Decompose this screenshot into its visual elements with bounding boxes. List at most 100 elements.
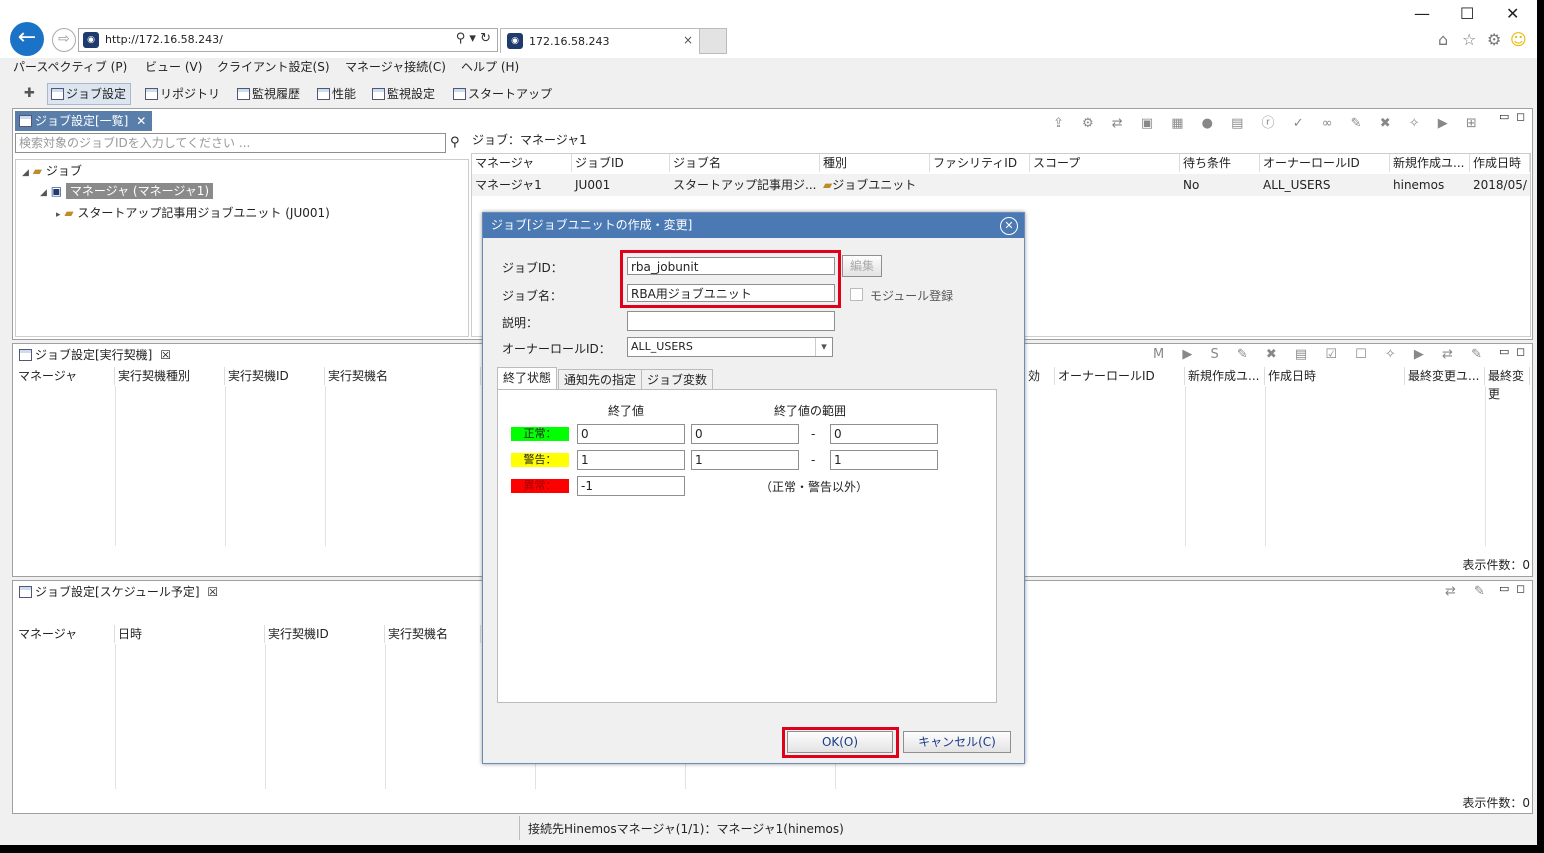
col-trigger-id[interactable]: 実行契機ID bbox=[265, 625, 385, 643]
tab-close-icon[interactable]: ☒ bbox=[207, 585, 218, 599]
warning-end-value[interactable]: 1 bbox=[577, 450, 685, 470]
menu-help[interactable]: ヘルプ (H) bbox=[461, 58, 519, 75]
normal-range-to[interactable]: 0 bbox=[830, 424, 938, 444]
col-job-name[interactable]: ジョブ名 bbox=[670, 154, 820, 172]
warning-range-to[interactable]: 1 bbox=[830, 450, 938, 470]
col-manager[interactable]: マネージャ bbox=[15, 625, 115, 643]
owner-role-select[interactable]: ALL_USERS ▾ bbox=[627, 337, 833, 357]
grid-line bbox=[265, 644, 266, 789]
tab-exec-trigger[interactable]: ジョブ設定[実行契機] ☒ bbox=[15, 345, 177, 365]
col-wait-condition[interactable]: 待ち条件 bbox=[1180, 154, 1260, 172]
exec-toolbar-icons[interactable]: M ▶ S ✎ ✖ ▤ ☑ ☐ ✧ ▶ ⇄ ✎ bbox=[1153, 347, 1489, 362]
col-facility-id[interactable]: ファシリティID bbox=[930, 154, 1030, 172]
panel-maximize-icon[interactable]: ◻ bbox=[1516, 345, 1525, 358]
address-bar[interactable]: ◉ http://172.16.58.243/ ⚲ ▾ ↻ bbox=[78, 28, 498, 52]
tree-item-jobunit[interactable]: ▸ ▰ スタートアップ記事用ジョブユニット (JU001) bbox=[56, 204, 330, 221]
menu-manager-connect[interactable]: マネージャ接続(C) bbox=[345, 58, 446, 75]
tab-close-icon[interactable]: ✕ bbox=[136, 114, 146, 128]
col-scope[interactable]: スコープ bbox=[1030, 154, 1180, 172]
favorites-icon[interactable]: ☆ bbox=[1462, 30, 1476, 49]
col-owner-role[interactable]: オーナーロールID bbox=[1055, 367, 1185, 385]
grid-line bbox=[115, 644, 116, 789]
dialog-title: ジョブ[ジョブユニットの作成・変更] bbox=[491, 218, 693, 232]
perspective-startup[interactable]: スタートアップ bbox=[450, 84, 556, 104]
col-created-at[interactable]: 作成日時 bbox=[1470, 154, 1530, 172]
jobunit-icon: ▰ bbox=[64, 206, 74, 220]
tree-item-manager[interactable]: ◢ ▣ マネージャ (マネージャ1) bbox=[40, 182, 214, 199]
schedule-toolbar-icons[interactable]: ⇄ ✎ bbox=[1445, 584, 1492, 599]
open-perspective-icon[interactable]: ✚ bbox=[24, 86, 35, 101]
tree-collapse-icon[interactable]: ▸ bbox=[56, 210, 61, 220]
perspective-job-settings[interactable]: ジョブ設定 bbox=[47, 83, 132, 105]
col-created-at[interactable]: 作成日時 bbox=[1265, 367, 1405, 385]
panel-maximize-icon[interactable]: ◻ bbox=[1516, 110, 1525, 123]
col-trigger-type[interactable]: 実行契機種別 bbox=[115, 367, 225, 385]
back-icon[interactable]: ← bbox=[10, 22, 44, 56]
browser-tab[interactable]: ◉ 172.16.58.243 × bbox=[500, 28, 700, 53]
cancel-button[interactable]: キャンセル(C) bbox=[903, 731, 1011, 753]
menu-view[interactable]: ビュー (V) bbox=[145, 58, 202, 75]
grid-line bbox=[325, 386, 326, 546]
job-toolbar-icons[interactable]: ⇪ ⚙ ⇄ ▣ ▦ ● ▤ ⓡ ✓ ∞ ✎ ✖ ✧ ▶ ⊞ bbox=[1053, 112, 1484, 131]
module-label: モジュール登録 bbox=[870, 289, 954, 303]
range-sep: - bbox=[811, 427, 816, 441]
perspective-monitor-history[interactable]: 監視履歴 bbox=[234, 84, 304, 104]
col-manager[interactable]: マネージャ bbox=[15, 367, 115, 385]
dialog-close-icon[interactable]: ✕ bbox=[1000, 217, 1018, 235]
col-updated-at[interactable]: 最終変更 bbox=[1485, 367, 1530, 401]
search-icon[interactable]: ⚲ bbox=[450, 135, 460, 150]
tab-close-icon[interactable]: × bbox=[683, 33, 693, 47]
tab-notify[interactable]: 通知先の指定 bbox=[558, 369, 643, 389]
normal-end-value[interactable]: 0 bbox=[577, 424, 685, 444]
col-trigger-name[interactable]: 実行契機名 bbox=[325, 367, 481, 385]
smiley-icon[interactable]: ☺ bbox=[1510, 30, 1527, 49]
error-end-value[interactable]: -1 bbox=[577, 476, 685, 496]
panel-minimize-icon[interactable]: ▭ bbox=[1499, 345, 1509, 358]
col-created-by[interactable]: 新規作成ユ... bbox=[1390, 154, 1470, 172]
tree-expand-icon[interactable]: ◢ bbox=[22, 168, 29, 178]
warning-range-from[interactable]: 1 bbox=[691, 450, 799, 470]
col-updated-by[interactable]: 最終変更ユ... bbox=[1405, 367, 1485, 385]
tree-expand-icon[interactable]: ◢ bbox=[40, 188, 47, 198]
home-icon[interactable]: ⌂ bbox=[1438, 30, 1448, 49]
col-job-id[interactable]: ジョブID bbox=[572, 154, 670, 172]
tab-job-list[interactable]: ジョブ設定[一覧] ✕ bbox=[15, 111, 153, 131]
col-manager[interactable]: マネージャ bbox=[472, 154, 572, 172]
settings-icon[interactable]: ⚙ bbox=[1487, 30, 1501, 49]
tree-item-job[interactable]: ◢ ▰ ジョブ bbox=[22, 162, 82, 179]
tab-schedule[interactable]: ジョブ設定[スケジュール予定] ☒ bbox=[15, 582, 224, 602]
col-datetime[interactable]: 日時 bbox=[115, 625, 265, 643]
panel-minimize-icon[interactable]: ▭ bbox=[1499, 110, 1509, 123]
menu-client-settings[interactable]: クライアント設定(S) bbox=[217, 58, 330, 75]
module-checkbox[interactable] bbox=[850, 288, 863, 301]
col-trigger-id[interactable]: 実行契機ID bbox=[225, 367, 325, 385]
perspective-monitor-settings[interactable]: 監視設定 bbox=[369, 84, 439, 104]
maximize-icon[interactable]: ☐ bbox=[1460, 4, 1474, 23]
col-valid[interactable]: 効 bbox=[1025, 367, 1055, 385]
tab-end-status[interactable]: 終了状態 bbox=[497, 367, 558, 389]
address-controls-icon[interactable]: ⚲ ▾ ↻ bbox=[456, 31, 491, 46]
table-row[interactable]: マネージャ1 JU001 スタートアップ記事用ジ... ▰ジョブユニット No … bbox=[472, 174, 1530, 196]
panel-minimize-icon[interactable]: ▭ bbox=[1499, 582, 1509, 595]
perspective-performance[interactable]: 性能 bbox=[314, 84, 360, 104]
panel-maximize-icon[interactable]: ◻ bbox=[1516, 582, 1525, 595]
new-tab-button[interactable] bbox=[699, 28, 727, 54]
col-type[interactable]: 種別 bbox=[820, 154, 930, 172]
col-trigger-name[interactable]: 実行契機名 bbox=[385, 625, 481, 643]
menu-perspective[interactable]: パースペクティブ (P) bbox=[13, 58, 127, 75]
minimize-icon[interactable]: — bbox=[1414, 4, 1430, 23]
edit-button[interactable]: 編集 bbox=[842, 255, 882, 277]
dialog-title-bar[interactable]: ジョブ[ジョブユニットの作成・変更] ✕ bbox=[483, 213, 1024, 238]
forward-icon[interactable]: ⇨ bbox=[52, 28, 76, 52]
job-search-input[interactable]: 検索対象のジョブIDを入力してください ... bbox=[15, 133, 446, 153]
tab-close-icon[interactable]: ☒ bbox=[160, 348, 171, 362]
normal-range-from[interactable]: 0 bbox=[691, 424, 799, 444]
job-name-label: ジョブ名： bbox=[502, 289, 563, 303]
chevron-down-icon[interactable]: ▾ bbox=[815, 338, 832, 356]
description-input[interactable] bbox=[627, 311, 835, 331]
tab-job-variables[interactable]: ジョブ変数 bbox=[641, 369, 714, 389]
perspective-repository[interactable]: リポジトリ bbox=[142, 84, 224, 104]
close-window-icon[interactable]: ✕ bbox=[1506, 4, 1519, 23]
col-created-by[interactable]: 新規作成ユ... bbox=[1185, 367, 1265, 385]
col-owner-role[interactable]: オーナーロールID bbox=[1260, 154, 1390, 172]
